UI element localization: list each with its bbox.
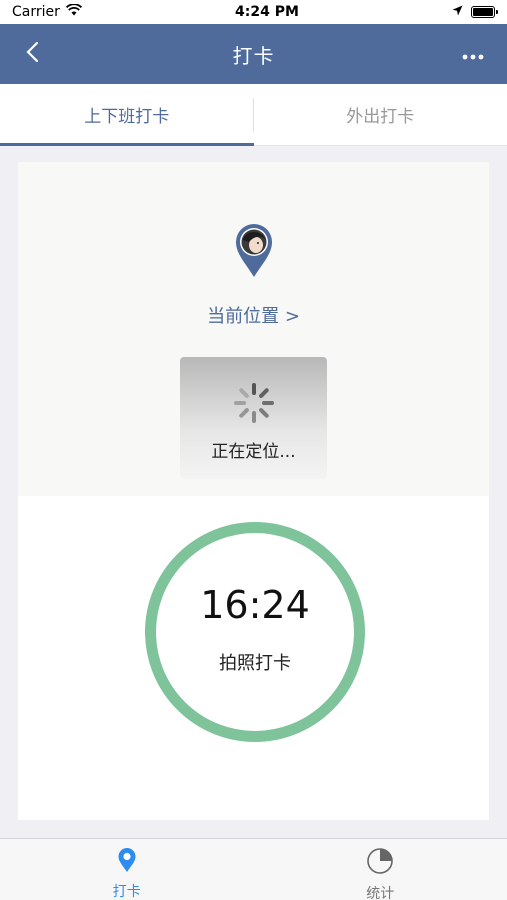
tab-commute-checkin[interactable]: 上下班打卡 [0, 84, 254, 146]
battery-icon [471, 6, 498, 18]
bottom-tab-stats[interactable]: 统计 [254, 839, 507, 900]
carrier-label: Carrier [12, 4, 60, 20]
photo-checkin-button[interactable]: 16:24 拍照打卡 [145, 522, 365, 742]
pie-chart-icon [366, 847, 394, 879]
status-right [452, 4, 498, 20]
tab-bar: 上下班打卡 外出打卡 [0, 84, 507, 146]
avatar-location-pin[interactable] [234, 222, 274, 278]
bottom-tab-checkin-label: 打卡 [112, 884, 141, 900]
locating-indicator: 正在定位... [180, 357, 327, 479]
location-pin-icon [117, 847, 137, 877]
bottom-tab-bar: 打卡 统计 [0, 838, 507, 900]
status-bar: Carrier 4:24 PM [0, 0, 507, 24]
page-title: 打卡 [232, 43, 275, 68]
checkin-card: 当前位置 > 正在定位... 16:24 拍照打卡 [18, 162, 489, 820]
current-location-link[interactable]: 当前位置 > [18, 302, 489, 328]
more-button[interactable] [451, 32, 495, 76]
wifi-icon [65, 3, 82, 20]
status-left: Carrier [12, 3, 82, 20]
loading-text: 正在定位... [211, 442, 296, 462]
loading-spinner-icon [232, 381, 276, 425]
nav-bar: 打卡 [0, 24, 507, 84]
tab-divider [253, 98, 254, 132]
bottom-tab-stats-label: 统计 [366, 886, 395, 900]
location-arrow-icon [452, 4, 463, 20]
status-time: 4:24 PM [235, 4, 299, 20]
map-area[interactable]: 当前位置 > 正在定位... [18, 162, 489, 496]
tab-outing-checkin[interactable]: 外出打卡 [254, 84, 507, 145]
clock-time: 16:24 [200, 583, 310, 627]
more-dots-icon [462, 45, 484, 64]
photo-checkin-label: 拍照打卡 [219, 653, 291, 674]
bottom-tab-checkin[interactable]: 打卡 [0, 839, 254, 900]
back-button[interactable] [12, 32, 52, 76]
chevron-left-icon [25, 41, 39, 67]
